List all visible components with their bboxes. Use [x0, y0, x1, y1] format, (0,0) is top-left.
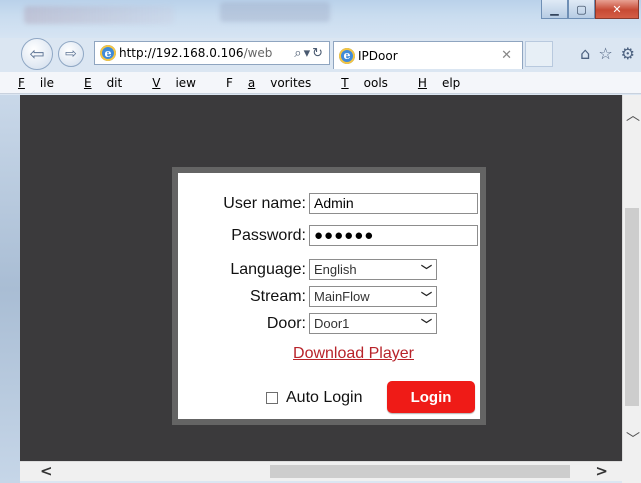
download-player-link[interactable]: Download Player: [293, 345, 414, 362]
auto-login-option[interactable]: Auto Login: [266, 389, 363, 407]
close-icon: ✕: [612, 2, 622, 16]
forward-button[interactable]: ⇨: [58, 41, 84, 67]
refresh-icon[interactable]: ↻: [312, 46, 325, 61]
browser-navigation-bar: ⇦ ⇨ e http://192.168.0.106/web ⌕▾↻ e IPD…: [0, 38, 641, 72]
address-url-host: http://192.168.0.106: [119, 46, 244, 60]
scroll-down-icon[interactable]: ﹀: [626, 429, 640, 449]
door-row: Door: Door1 ﹀: [178, 313, 437, 334]
stream-select[interactable]: MainFlow ﹀: [309, 286, 437, 307]
address-url-path: /web: [243, 46, 273, 60]
minimize-button[interactable]: ▁: [541, 0, 568, 19]
password-label: Password:: [231, 226, 306, 244]
gear-icon[interactable]: ⚙: [621, 44, 635, 63]
home-icon[interactable]: ⌂: [580, 44, 590, 63]
login-button[interactable]: Login: [387, 381, 475, 413]
address-tools: ⌕▾↻: [294, 46, 329, 61]
address-bar[interactable]: e http://192.168.0.106/web ⌕▾↻: [94, 41, 330, 65]
back-arrow-icon: ⇦: [29, 43, 45, 65]
language-row: Language: English ﹀: [178, 259, 437, 280]
window-titlebar: ▁ ▢ ✕: [0, 0, 641, 38]
window-controls: ▁ ▢ ✕: [541, 0, 639, 19]
menu-tools[interactable]: Tools: [341, 76, 403, 90]
door-label: Door:: [266, 314, 306, 332]
menu-file[interactable]: File: [18, 76, 69, 90]
username-label: User name:: [223, 194, 306, 212]
minimize-icon: ▁: [550, 2, 559, 16]
browser-tab-active[interactable]: e IPDoor ✕: [333, 41, 523, 69]
close-window-button[interactable]: ✕: [595, 0, 639, 19]
scrollbar-corner: [622, 461, 641, 483]
back-button[interactable]: ⇦: [21, 38, 53, 70]
username-input[interactable]: Admin: [309, 193, 478, 214]
menu-help[interactable]: Help: [418, 76, 475, 90]
stream-label: Stream:: [249, 287, 306, 305]
username-row: User name: Admin: [178, 193, 478, 214]
stream-selected-value: MainFlow: [314, 289, 370, 304]
vertical-scroll-thumb[interactable]: [625, 208, 639, 406]
search-icon[interactable]: ⌕: [294, 46, 303, 61]
chevron-down-icon: ﹀: [421, 291, 432, 304]
language-label: Language:: [230, 260, 306, 278]
stream-row: Stream: MainFlow ﹀: [178, 286, 437, 307]
maximize-button[interactable]: ▢: [568, 0, 595, 19]
chevron-down-icon[interactable]: ▾: [304, 46, 313, 61]
tab-title: IPDoor: [358, 48, 398, 63]
new-tab-button[interactable]: [525, 41, 553, 67]
menu-favorites[interactable]: Fa vorites: [226, 76, 326, 90]
star-icon[interactable]: ☆: [598, 44, 612, 63]
ie-logo-icon: e: [100, 45, 116, 61]
auto-login-checkbox[interactable]: [266, 392, 278, 404]
horizontal-scrollbar[interactable]: < >: [20, 461, 622, 481]
horizontal-scroll-thumb[interactable]: [270, 465, 570, 478]
tab-close-icon[interactable]: ✕: [501, 48, 512, 63]
language-selected-value: English: [314, 262, 357, 277]
password-row: Password: ●●●●●●: [178, 225, 478, 246]
scroll-up-icon[interactable]: ︿: [626, 105, 640, 125]
blurred-background-window: [24, 6, 174, 24]
scroll-left-icon[interactable]: <: [40, 462, 53, 480]
menu-edit[interactable]: Edit: [84, 76, 137, 90]
chevron-down-icon: ﹀: [421, 318, 432, 331]
download-row: Download Player: [178, 345, 480, 363]
page-viewport: User name: Admin Password: ●●●●●● Langua…: [20, 95, 622, 461]
login-panel: User name: Admin Password: ●●●●●● Langua…: [172, 167, 486, 425]
desktop-background-strip: [0, 95, 20, 483]
blurred-background-window: [220, 2, 330, 22]
door-select[interactable]: Door1 ﹀: [309, 313, 437, 334]
tab-favicon-icon: e: [339, 47, 355, 64]
language-select[interactable]: English ﹀: [309, 259, 437, 280]
password-input[interactable]: ●●●●●●: [309, 225, 478, 246]
vertical-scrollbar[interactable]: ︿ ﹀: [622, 95, 641, 461]
chevron-down-icon: ﹀: [421, 264, 432, 277]
auto-login-label: Auto Login: [286, 389, 363, 406]
forward-arrow-icon: ⇨: [65, 46, 77, 62]
door-selected-value: Door1: [314, 316, 350, 331]
browser-toolbar-icons: ⌂ ☆ ⚙: [580, 44, 635, 63]
menu-bar: File Edit View Fa vorites Tools Help: [0, 72, 641, 94]
scroll-right-icon[interactable]: >: [595, 462, 608, 480]
maximize-icon: ▢: [576, 2, 587, 16]
menu-view[interactable]: View: [152, 76, 211, 90]
